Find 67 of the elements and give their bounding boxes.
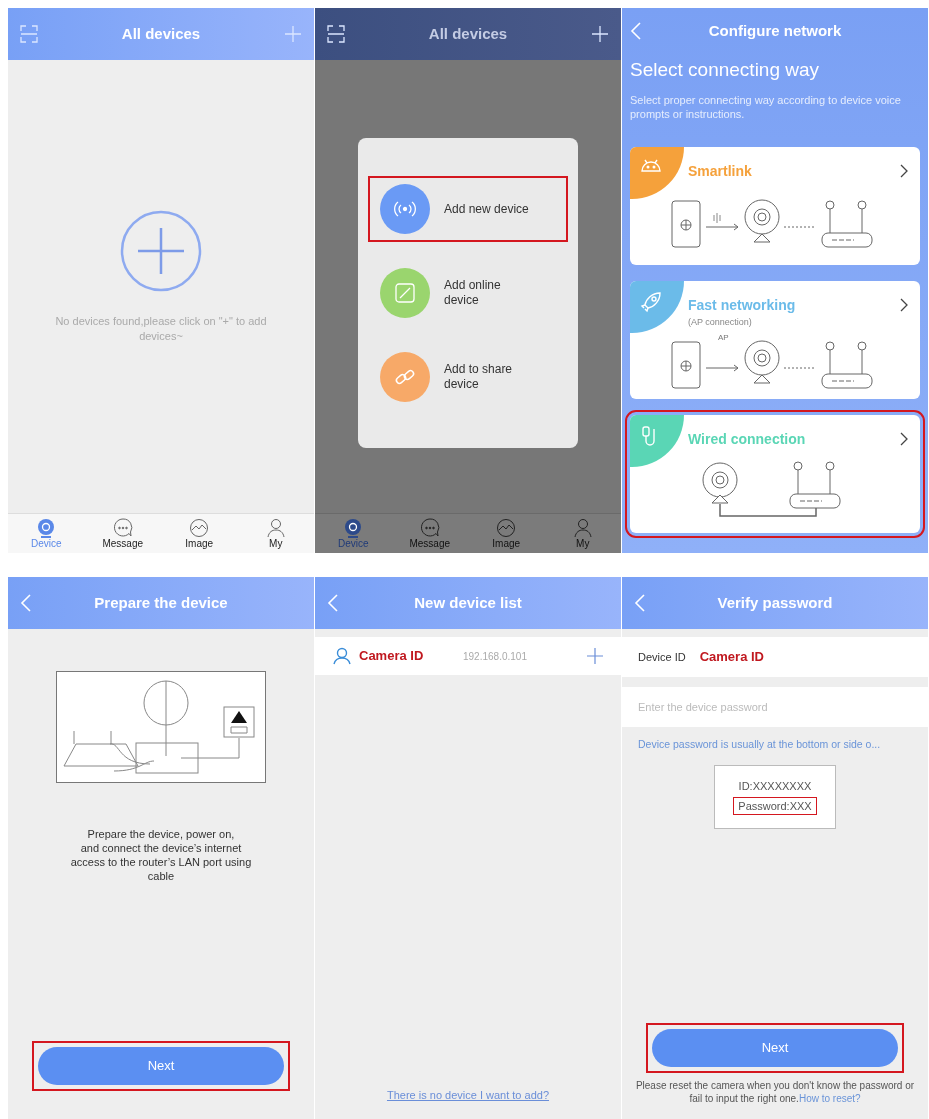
signal-icon bbox=[393, 199, 417, 219]
option-card[interactable]: Fast networking (AP connection) AP bbox=[630, 280, 920, 399]
screen-title: Prepare the device bbox=[93, 592, 229, 613]
option-title: Smartlink bbox=[688, 161, 753, 181]
screen-title: Configure network bbox=[707, 20, 843, 41]
scan-icon[interactable] bbox=[327, 25, 345, 43]
back-icon[interactable] bbox=[630, 21, 642, 41]
footer-text: Please reset the camera when you don't know the password or fail to input the right one.How to reset? bbox=[634, 1079, 916, 1105]
reset-link[interactable]: How to reset? bbox=[798, 1093, 861, 1104]
picture-icon bbox=[496, 517, 517, 538]
tab[interactable]: My bbox=[576, 537, 590, 550]
device-name: Camera ID bbox=[359, 647, 425, 666]
label-text: Password:XXX bbox=[733, 796, 817, 816]
person-icon bbox=[333, 647, 351, 665]
option-title: Wired connection bbox=[688, 429, 807, 449]
screen-title: New device list bbox=[413, 592, 523, 613]
back-icon[interactable] bbox=[327, 593, 339, 613]
person-icon bbox=[572, 517, 593, 538]
back-icon[interactable] bbox=[20, 593, 32, 613]
chat-bubble-icon bbox=[112, 517, 133, 538]
empty-message: No devices found,please click on "+" to add devices~ bbox=[54, 314, 268, 344]
screen-title: Verify password bbox=[716, 592, 834, 613]
device-row[interactable]: Camera ID 192.168.0.101 bbox=[315, 637, 621, 675]
picture-icon bbox=[189, 517, 210, 538]
camera-icon bbox=[36, 517, 57, 538]
next-button[interactable]: Next bbox=[38, 1047, 284, 1085]
instructions: Prepare the device, power on, and connect the device’s internet access to the router’s LAN port using cable bbox=[69, 827, 253, 883]
add-circle-icon[interactable] bbox=[120, 210, 202, 292]
subtitle: Select proper connecting way according to device voice prompts or instructions. bbox=[630, 92, 902, 121]
tab[interactable]: Image bbox=[185, 537, 214, 550]
tab[interactable]: My bbox=[269, 537, 283, 550]
chevron-right-icon[interactable] bbox=[900, 432, 908, 446]
device-id: Camera ID bbox=[699, 648, 764, 667]
help-link[interactable]: There is no device I want to add? bbox=[386, 1086, 549, 1103]
screen-title: All devices bbox=[427, 23, 509, 44]
chevron-right-icon[interactable] bbox=[900, 298, 908, 312]
menu-label: Add to share device bbox=[444, 362, 514, 392]
add-icon[interactable] bbox=[587, 648, 603, 664]
chat-bubble-icon bbox=[419, 517, 440, 538]
menu-item[interactable]: Add to share device bbox=[368, 344, 568, 410]
tab[interactable]: Image bbox=[492, 537, 521, 550]
tab[interactable]: Device bbox=[337, 537, 369, 550]
edit-icon bbox=[394, 282, 416, 304]
option-note: (AP connection) bbox=[687, 315, 753, 329]
heading: Select connecting way bbox=[630, 58, 821, 82]
camera-icon bbox=[343, 517, 364, 538]
screen-title: All devices bbox=[120, 23, 202, 44]
field-label: Device ID bbox=[638, 649, 686, 665]
tab[interactable]: Message bbox=[102, 537, 144, 550]
option-title: Fast networking bbox=[688, 295, 797, 315]
plug-icon bbox=[640, 424, 658, 449]
diagram-label: AP bbox=[718, 333, 729, 343]
menu-item[interactable]: Add online device bbox=[368, 260, 568, 326]
label-text: ID:XXXXXXXX bbox=[738, 779, 812, 795]
person-icon bbox=[265, 517, 286, 538]
menu-label: Add online device bbox=[444, 278, 502, 308]
hint-text: Device password is usually at the bottom or side o... bbox=[637, 737, 882, 752]
back-icon[interactable] bbox=[634, 593, 646, 613]
tab[interactable]: Message bbox=[409, 537, 451, 550]
menu-label: Add new device bbox=[444, 201, 530, 217]
device-ip: 192.168.0.101 bbox=[463, 649, 528, 664]
next-button[interactable]: Next bbox=[652, 1029, 898, 1067]
rocket-icon bbox=[640, 290, 662, 313]
menu-item[interactable]: Add new device bbox=[368, 176, 568, 242]
chevron-right-icon[interactable] bbox=[900, 164, 908, 178]
tab[interactable]: Device bbox=[30, 537, 62, 550]
password-field[interactable]: Enter the device password bbox=[622, 687, 928, 727]
